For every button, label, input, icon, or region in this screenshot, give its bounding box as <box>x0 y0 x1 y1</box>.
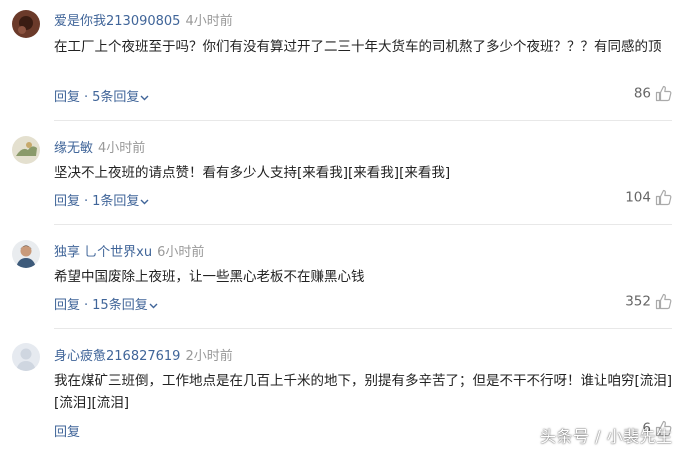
chevron-down-icon <box>149 303 158 308</box>
comment-divider <box>54 224 672 225</box>
comment-time: 6小时前 <box>157 245 205 260</box>
comment-text: 希望中国废除上夜班，让一些黑心老板不在赚黑心钱 <box>54 269 365 285</box>
reply-button[interactable]: 回复 <box>54 90 80 105</box>
like-button[interactable]: 86 <box>634 85 672 102</box>
like-count: 352 <box>625 293 651 310</box>
like-count: 86 <box>633 85 651 102</box>
comment-divider <box>54 120 672 121</box>
like-button[interactable]: 104 <box>625 189 672 206</box>
thumbs-up-icon <box>655 85 672 102</box>
chevron-down-icon <box>140 199 149 204</box>
comment-time: 4小时前 <box>98 141 146 156</box>
comment-text: 坚决不上夜班的请点赞！看有多少人支持[来看我][来看我][来看我] <box>54 165 451 181</box>
comment-username[interactable]: 身心疲惫216827619 <box>54 349 180 364</box>
separator-dot: · <box>84 194 89 209</box>
reply-button[interactable]: 回复 <box>54 298 80 313</box>
view-replies-button[interactable]: 5条回复 <box>92 90 149 105</box>
comment-time: 2小时前 <box>185 349 233 364</box>
thumbs-up-icon <box>655 189 672 206</box>
comment-username[interactable]: 缘无敏 <box>54 141 93 156</box>
avatar[interactable] <box>12 10 40 38</box>
view-replies-button[interactable]: 1条回复 <box>92 194 149 209</box>
separator-dot: · <box>84 90 89 105</box>
comment-text: 我在煤矿三班倒，工作地点是在几百上千米的地下，别提有多辛苦了；但是不干不行呀！谁… <box>54 373 673 411</box>
like-count: 104 <box>625 189 651 206</box>
view-replies-button[interactable]: 15条回复 <box>92 298 158 313</box>
avatar[interactable] <box>12 240 40 268</box>
avatar[interactable] <box>12 343 40 371</box>
chevron-down-icon <box>140 95 149 100</box>
comment-time: 4小时前 <box>185 14 233 29</box>
replies-count-label: 5条回复 <box>92 90 140 105</box>
separator-dot: · <box>84 298 89 313</box>
replies-count-label: 1条回复 <box>92 194 140 209</box>
comment-divider <box>54 328 672 329</box>
comment-username[interactable]: 独享 乚个世界xu <box>54 245 152 260</box>
thumbs-up-icon <box>655 293 672 310</box>
watermark: 头条号 / 小裴先生 <box>540 427 673 446</box>
replies-count-label: 15条回复 <box>92 298 148 313</box>
reply-button[interactable]: 回复 <box>54 194 80 209</box>
reply-button[interactable]: 回复 <box>54 425 80 440</box>
avatar[interactable] <box>12 136 40 164</box>
like-button[interactable]: 352 <box>625 293 672 310</box>
comment-username[interactable]: 爱是你我213090805 <box>54 14 180 29</box>
comment-text: 在工厂上个夜班至于吗？你们有没有算过开了二三十年大货车的司机熬了多少个夜班？？？… <box>54 39 662 55</box>
